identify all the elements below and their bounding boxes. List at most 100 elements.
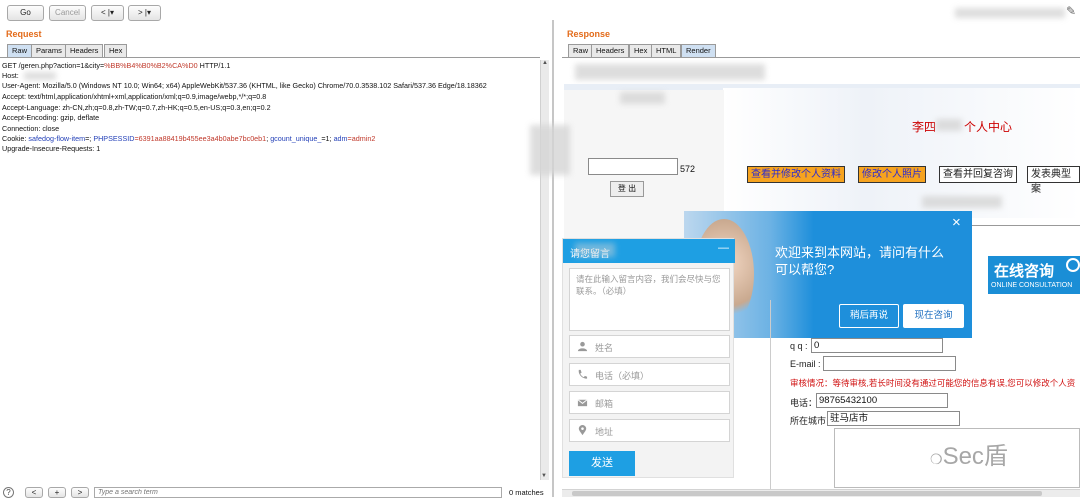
search-prev-button[interactable]: < xyxy=(25,487,43,498)
mail-icon xyxy=(577,399,588,407)
rendered-banner xyxy=(723,88,1080,218)
chat-phone-label: 电话（必填） xyxy=(595,371,650,381)
chat-minimize-icon[interactable]: — xyxy=(718,242,729,254)
request-accept-encoding: Accept-Encoding: gzip, deflate xyxy=(2,113,100,122)
request-accept-language: Accept-Language: zh-CN,zh;q=0.8,zh-TW;q=… xyxy=(2,103,271,112)
http-version: HTTP/1.1 xyxy=(197,61,231,70)
city-param-value: %BB%B4%B0%B2%CA%D0 xyxy=(104,61,198,70)
chat-name-label: 姓名 xyxy=(595,343,614,353)
email-input[interactable] xyxy=(823,356,956,371)
response-hscroll-thumb[interactable] xyxy=(572,491,1042,496)
request-line-1: GET /geren.php?action=1&city=%BB%B4%B0%B… xyxy=(2,61,230,71)
tab-render-response[interactable]: Render xyxy=(681,44,716,58)
request-scrollbar[interactable]: ▲ xyxy=(540,60,549,480)
phone-icon xyxy=(578,369,588,379)
response-title: Response xyxy=(567,29,611,39)
tab-headers-response[interactable]: Headers xyxy=(591,44,630,58)
request-path: GET /geren.php?action=1&city= xyxy=(2,61,105,70)
scroll-down-icon[interactable]: ▼ xyxy=(541,473,547,479)
tab-raw[interactable]: Raw xyxy=(7,44,33,58)
chat-address-field[interactable]: 地址 xyxy=(569,419,730,442)
nav-edit-photo[interactable]: 修改个人照片 xyxy=(858,166,926,183)
nav-view-consult[interactable]: 查看并回复咨询 xyxy=(939,166,1017,183)
cookie-key-2: PHPSESSID xyxy=(93,134,135,143)
email-label: E-mail : xyxy=(790,359,821,369)
chat-email-field[interactable]: 邮箱 xyxy=(569,391,730,414)
tab-params[interactable]: Params xyxy=(31,44,67,58)
online-chat-icon xyxy=(1066,258,1080,272)
rendered-left-number: 572 xyxy=(680,164,696,174)
search-add-button[interactable]: + xyxy=(48,487,66,498)
qq-input[interactable]: 0 xyxy=(811,338,943,353)
online-consult-title: 在线咨询 xyxy=(994,263,1055,280)
request-title: Request xyxy=(6,29,42,39)
chat-message-textarea[interactable]: 请在此输入留言内容，我们会尽快与您联系。（必填） xyxy=(569,268,730,331)
cookie-value-4: =admin2 xyxy=(347,134,376,143)
rendered-left-redacted-2 xyxy=(530,125,570,175)
response-hscrollbar[interactable] xyxy=(562,489,1080,497)
popup-message: 欢迎来到本网站，请问有什么可以帮您? xyxy=(775,245,945,277)
chat-address-label: 地址 xyxy=(595,427,614,437)
search-matches: 0 matches xyxy=(509,488,544,497)
host-redacted xyxy=(24,72,56,80)
request-accept: Accept: text/html,application/xhtml+xml,… xyxy=(2,92,267,101)
page-title-suffix: 个人中心 xyxy=(964,120,1013,134)
watermark: ❍Sec盾 xyxy=(930,436,1008,471)
phone-label: 电话： xyxy=(790,398,818,408)
nav-edit-profile[interactable]: 查看并修改个人资料 xyxy=(747,166,845,183)
cookie-label: Cookie: xyxy=(2,134,29,143)
chat-phone-field[interactable]: 电话（必填） xyxy=(569,363,730,386)
chat-send-button[interactable]: 发送 xyxy=(569,451,635,476)
page-title: 李四 个人中心 xyxy=(912,118,1012,135)
search-input[interactable] xyxy=(94,487,502,498)
cancel-button[interactable]: Cancel xyxy=(49,5,86,21)
search-next-button[interactable]: > xyxy=(71,487,89,498)
cookie-value-2: =6391aa88419b455ee3a4b0abe7bc0eb1 xyxy=(134,134,267,143)
rendered-login-field[interactable] xyxy=(588,158,678,175)
city-input[interactable]: 驻马店市 xyxy=(827,411,960,426)
cookie-key-1: safedog-flow-item xyxy=(28,134,86,143)
qq-label: q q : xyxy=(790,341,808,351)
request-user-agent: User-Agent: Mozilla/5.0 (Windows NT 10.0… xyxy=(2,81,487,90)
chat-email-label: 邮箱 xyxy=(595,399,614,409)
chat-name-field[interactable]: 姓名 xyxy=(569,335,730,358)
scroll-up-icon[interactable]: ▲ xyxy=(541,60,549,66)
tab-html-response[interactable]: HTML xyxy=(651,44,682,58)
cookie-key-4: adm xyxy=(333,134,348,143)
watermark-text: Sec盾 xyxy=(942,443,1008,470)
logout-button[interactable]: 登 出 xyxy=(610,181,644,197)
title-redacted xyxy=(936,119,962,131)
back-button[interactable]: < |▾ xyxy=(91,5,124,21)
forward-button[interactable]: > |▾ xyxy=(128,5,161,21)
host-label: Host: xyxy=(2,71,19,80)
request-upgrade: Upgrade-Insecure-Requests: 1 xyxy=(2,144,101,153)
phone-input[interactable]: 98765432100 xyxy=(816,393,948,408)
help-icon[interactable]: ? xyxy=(3,487,14,498)
request-host: Host: xyxy=(2,71,19,81)
cookie-value-3: =1; xyxy=(321,134,334,143)
rendered-subtitle-redacted xyxy=(922,196,1002,208)
review-notice: 审核情况：等待审核,若长时间没有通过可能您的信息有误,您可以修改个人资 xyxy=(790,378,1076,388)
cookie-key-3: gcount_unique_ xyxy=(270,134,322,143)
nav-publish-case[interactable]: 发表典型案 xyxy=(1027,166,1080,195)
city-label: 所在城市 xyxy=(790,416,827,426)
request-cookie: Cookie: safedog-flow-item=; PHPSESSID=63… xyxy=(2,134,375,144)
tab-headers[interactable]: Headers xyxy=(65,44,104,58)
tab-divider xyxy=(0,57,540,58)
panel-divider[interactable] xyxy=(552,20,554,497)
page-title-name: 李四 xyxy=(912,120,937,134)
online-consult-subtitle: ONLINE CONSULTATION xyxy=(991,282,1073,289)
user-icon xyxy=(577,341,588,352)
request-connection: Connection: close xyxy=(2,124,60,133)
rendered-header-redacted xyxy=(575,64,765,80)
tab-raw-response[interactable]: Raw xyxy=(568,44,594,58)
tab-hex[interactable]: Hex xyxy=(104,44,128,58)
go-button[interactable]: Go xyxy=(7,5,44,21)
popup-close-icon[interactable]: × xyxy=(952,214,961,231)
response-tab-divider xyxy=(562,57,1080,58)
tab-hex-response[interactable]: Hex xyxy=(629,44,653,58)
edit-target-icon[interactable]: ✎ xyxy=(1066,4,1076,18)
online-consult-banner[interactable]: 在线咨询 ONLINE CONSULTATION xyxy=(988,256,1080,294)
location-icon xyxy=(578,425,587,436)
rendered-left-redacted-1 xyxy=(620,92,665,104)
